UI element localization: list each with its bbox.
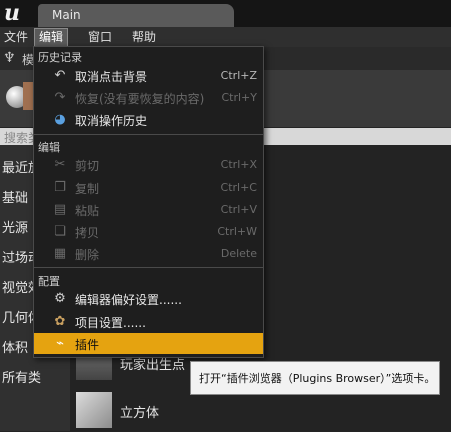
menu-item-project-settings[interactable]: ✿ 项目设置...... [34,311,263,332]
plugin-icon: ⌁ [56,335,64,351]
list-item-label: 立方体 [120,406,160,421]
tooltip-text: 打开“插件浏览器（Plugins Browser）”选项卡。 [199,372,436,385]
menu-item-label: 恢复(没有要恢复的内容) [75,92,205,106]
menu-item-label: 粘贴 [75,204,100,218]
category-all-classes[interactable]: 所有类 [2,367,68,386]
menu-item-shortcut: Ctrl+X [220,158,257,171]
menu-divider [34,134,263,135]
scissors-icon: ✂ [54,156,66,172]
cube-icon [76,392,112,428]
unreal-logo-icon: u [4,0,20,26]
menu-item-shortcut: Ctrl+C [220,181,257,194]
paste-icon: ▤ [53,201,67,217]
tab-main-label: Main [52,8,81,22]
menu-item-shortcut: Ctrl+Y [221,91,257,104]
menu-item-plugins[interactable]: ⌁ 插件 [34,333,263,354]
history-icon: ◕ [54,111,66,127]
menu-item-label: 拷贝 [75,226,100,240]
editor-preferences-icon: ⚙ [54,290,66,306]
undo-icon: ↶ [54,67,66,83]
menu-item-label: 删除 [75,248,100,262]
menu-item-cut[interactable]: ✂ 剪切 Ctrl+X [34,154,263,175]
menu-item-label: 编辑器偏好设置...... [75,293,182,307]
menu-file[interactable]: 文件 [0,29,32,46]
menu-item-editor-preferences[interactable]: ⚙ 编辑器偏好设置...... [34,288,263,309]
redo-icon: ↷ [54,89,66,105]
section-header-edit: 编辑 [38,141,60,154]
section-header-config: 配置 [38,275,60,288]
menu-bar: 文件 编辑 窗口 帮助 [0,27,451,47]
menu-divider [34,267,263,268]
menu-help[interactable]: 帮助 [128,29,160,46]
duplicate-icon: ❏ [54,223,66,239]
title-bar: u Main [0,0,451,27]
menu-item-shortcut: Ctrl+W [217,225,257,238]
plugins-tooltip: 打开“插件浏览器（Plugins Browser）”选项卡。 [190,361,440,395]
menu-item-undo[interactable]: ↶ 取消点击背景 Ctrl+Z [34,65,263,86]
menu-item-undo-history[interactable]: ◕ 取消操作历史 [34,109,263,130]
section-header-history: 历史记录 [38,51,82,64]
menu-item-duplicate[interactable]: ❏ 拷贝 Ctrl+W [34,221,263,242]
project-settings-icon: ✿ [54,313,66,329]
menu-item-shortcut: Ctrl+V [220,203,257,216]
menu-item-paste[interactable]: ▤ 粘贴 Ctrl+V [34,199,263,220]
tab-main[interactable]: Main [38,4,234,27]
menu-item-label: 插件 [75,338,100,352]
menu-item-copy[interactable]: ❐ 复制 Ctrl+C [34,177,263,198]
menu-item-shortcut: Ctrl+Z [220,69,257,82]
menu-item-redo[interactable]: ↷ 恢复(没有要恢复的内容) Ctrl+Y [34,87,263,108]
menu-edit[interactable]: 编辑 [34,28,69,47]
menu-item-shortcut: Delete [220,247,257,260]
edit-menu-dropdown: 历史记录 ↶ 取消点击背景 Ctrl+Z ↷ 恢复(没有要恢复的内容) Ctrl… [33,46,264,358]
menu-item-label: 剪切 [75,159,100,173]
menu-item-label: 复制 [75,182,100,196]
menu-item-label: 取消操作历史 [75,114,148,128]
modes-icon: ♆ [3,50,16,66]
menu-item-delete[interactable]: ▦ 删除 Delete [34,243,263,264]
menu-item-label: 项目设置...... [75,316,146,330]
menu-item-label: 取消点击背景 [75,70,148,84]
menu-window[interactable]: 窗口 [84,29,116,46]
delete-icon: ▦ [53,245,67,261]
copy-icon: ❐ [54,179,66,195]
